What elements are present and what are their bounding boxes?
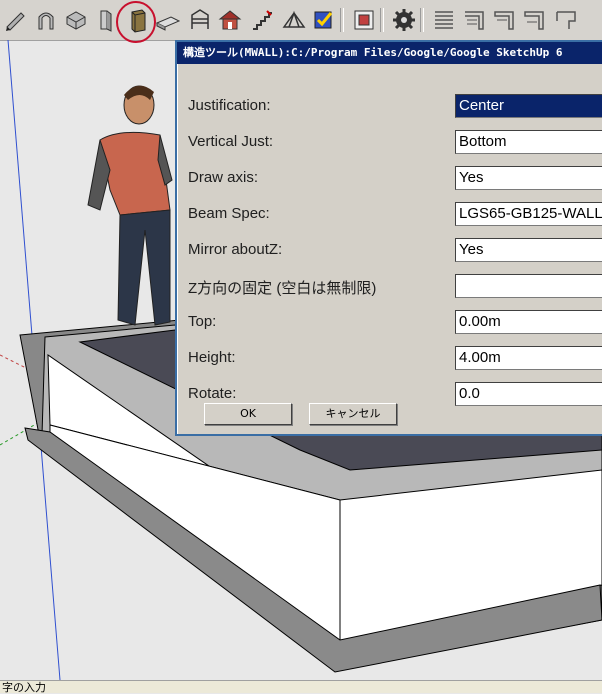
house-icon[interactable] [216,6,242,32]
pencil-icon[interactable] [2,6,28,32]
truss-icon[interactable] [280,6,306,32]
z-fix-row: Z方向の固定 (空白は無制限) [177,273,602,299]
status-bar: 字の入力 [0,680,602,694]
height-input[interactable]: 4.00m [455,346,602,370]
mirror-z-label: Mirror aboutZ: [188,241,283,258]
rotate-input[interactable]: 0.0 [455,382,602,406]
beam-spec-select[interactable]: LGS65-GB125-WALL [455,202,602,226]
z-fix-input[interactable] [455,274,602,298]
wall-panel-3-icon[interactable] [490,6,516,32]
window-icon[interactable] [350,6,376,32]
status-text: 字の入力 [2,681,46,694]
wall-panel-4-icon[interactable] [520,6,546,32]
box-icon[interactable] [62,6,88,32]
draw-axis-label: Draw axis: [188,169,259,186]
mirror-z-row: Mirror aboutZ: Yes [177,237,602,263]
z-fix-label: Z方向の固定 (空白は無制限) [188,280,377,297]
vertical-just-select[interactable]: Bottom [455,130,602,154]
person-figure [87,85,173,326]
height-row: Height: 4.00m [177,345,602,371]
dialog-title[interactable]: 構造ツール(MWALL):C:/Program Files/Google/Goo… [177,42,602,64]
gear-icon[interactable] [390,6,416,32]
arch-icon[interactable] [32,6,58,32]
structure-tool-dialog: 構造ツール(MWALL):C:/Program Files/Google/Goo… [175,40,602,436]
cancel-button[interactable]: キャンセル [309,403,397,425]
rotate-row: Rotate: 0.0 [177,381,602,406]
check-icon[interactable] [310,6,336,32]
rotate-label: Rotate: [188,385,237,402]
top-row: Top: 0.00m [177,309,602,335]
ok-button[interactable]: OK [204,403,292,425]
vertical-just-row: Vertical Just: Bottom [177,129,602,155]
wall-panel-2-icon[interactable] [460,6,486,32]
stair-icon[interactable] [248,6,274,32]
wall-panel-1-icon[interactable] [430,6,456,32]
toolbar [0,0,602,43]
top-input[interactable]: 0.00m [455,310,602,334]
vertical-just-label: Vertical Just: [188,133,274,150]
height-label: Height: [188,349,236,366]
justification-label: Justification: [188,97,271,114]
draw-axis-select[interactable]: Yes [455,166,602,190]
frame-icon[interactable] [186,6,212,32]
justification-select[interactable]: Center [455,94,602,118]
beam-spec-label: Beam Spec: [188,205,270,222]
draw-axis-row: Draw axis: Yes [177,165,602,191]
top-label: Top: [188,313,217,330]
mirror-z-select[interactable]: Yes [455,238,602,262]
beam-spec-row: Beam Spec: LGS65-GB125-WALL [177,201,602,227]
wall-panel-5-icon[interactable] [552,6,578,32]
justification-row: Justification: Center [177,93,602,119]
